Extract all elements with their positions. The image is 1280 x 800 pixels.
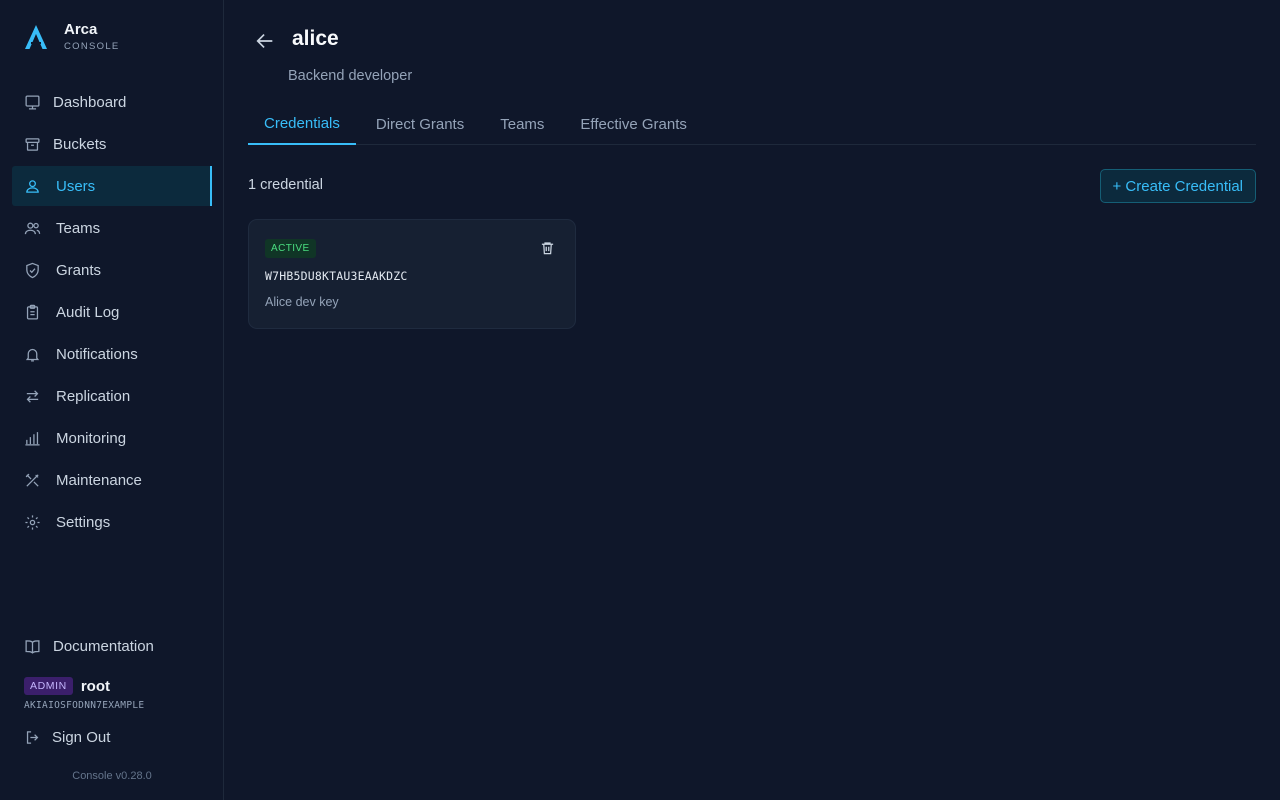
sidebar-item-label: Grants (56, 261, 102, 279)
gear-icon (24, 514, 41, 531)
console-version: Console v0.28.0 (72, 770, 152, 782)
users-icon (24, 220, 41, 237)
sidebar-item-label: Notifications (56, 345, 138, 363)
sign-out-button[interactable]: Sign Out (24, 729, 110, 746)
brand-name: Arca (64, 21, 98, 38)
credential-key-id: W7HB5DU8KTAU3EAAKDZC (265, 269, 408, 283)
tab-teams[interactable]: Teams (484, 104, 560, 144)
sidebar-nav: Dashboard Buckets Users Teams Grants Aud… (12, 82, 212, 544)
user-icon (24, 178, 41, 195)
sidebar: Arca CONSOLE Dashboard Buckets Users Tea… (0, 0, 224, 800)
admin-username: root (80, 677, 111, 695)
sidebar-item-notifications[interactable]: Notifications (12, 334, 212, 374)
sidebar-item-settings[interactable]: Settings (12, 502, 212, 542)
main-content: alice Backend developer Credentials Dire… (224, 0, 1280, 800)
tools-icon (24, 472, 41, 489)
credential-card: ACTIVE W7HB5DU8KTAU3EAAKDZC Alice dev ke… (248, 219, 576, 329)
tab-direct-grants[interactable]: Direct Grants (360, 104, 480, 144)
book-icon (24, 638, 41, 655)
page-description: Backend developer (288, 68, 413, 84)
sidebar-item-replication[interactable]: Replication (12, 376, 212, 416)
documentation-link[interactable]: Documentation (24, 638, 154, 655)
trash-icon[interactable] (540, 240, 555, 256)
sidebar-item-teams[interactable]: Teams (12, 208, 212, 248)
create-credential-button[interactable]: + Create Credential (1099, 169, 1256, 203)
shield-check-icon (24, 262, 41, 279)
sign-out-label: Sign Out (52, 729, 111, 746)
sidebar-item-buckets[interactable]: Buckets (12, 124, 212, 164)
credential-count: 1 credential (248, 177, 323, 193)
sidebar-item-label: Buckets (53, 135, 107, 153)
bar-chart-icon (24, 430, 41, 447)
brand[interactable]: Arca CONSOLE (24, 22, 120, 52)
sidebar-item-label: Maintenance (56, 471, 142, 489)
brand-subtitle: CONSOLE (64, 41, 120, 52)
sign-out-icon (24, 729, 41, 746)
sidebar-item-monitoring[interactable]: Monitoring (12, 418, 212, 458)
current-user: ADMIN root (24, 677, 110, 695)
tab-effective-grants[interactable]: Effective Grants (564, 104, 702, 144)
sidebar-item-label: Dashboard (53, 93, 127, 111)
sidebar-item-dashboard[interactable]: Dashboard (12, 82, 212, 122)
page-title: alice (292, 27, 339, 50)
arrows-swap-icon (24, 388, 41, 405)
monitor-icon (24, 94, 41, 111)
sidebar-item-label: Monitoring (56, 429, 127, 447)
sidebar-item-label: Audit Log (56, 303, 120, 321)
sidebar-item-users[interactable]: Users (12, 166, 212, 206)
sidebar-item-label: Replication (56, 387, 131, 405)
sidebar-item-audit-log[interactable]: Audit Log (12, 292, 212, 332)
tab-bar: Credentials Direct Grants Teams Effectiv… (248, 104, 1256, 145)
sidebar-item-grants[interactable]: Grants (12, 250, 212, 290)
tab-credentials[interactable]: Credentials (248, 104, 356, 145)
admin-badge: ADMIN (24, 677, 73, 695)
sidebar-item-label: Teams (56, 219, 101, 237)
clipboard-icon (24, 304, 41, 321)
admin-access-key: AKIAIOSFODNN7EXAMPLE (24, 700, 145, 711)
sidebar-item-label: Settings (56, 513, 111, 531)
credential-description: Alice dev key (265, 295, 339, 309)
status-badge: ACTIVE (265, 239, 316, 258)
documentation-label: Documentation (53, 638, 154, 655)
archive-icon (24, 136, 41, 153)
arca-logo-icon (25, 25, 47, 49)
sidebar-item-label: Users (56, 177, 96, 195)
bell-icon (24, 346, 41, 363)
sidebar-item-maintenance[interactable]: Maintenance (12, 460, 212, 500)
back-arrow-icon[interactable] (254, 30, 276, 52)
